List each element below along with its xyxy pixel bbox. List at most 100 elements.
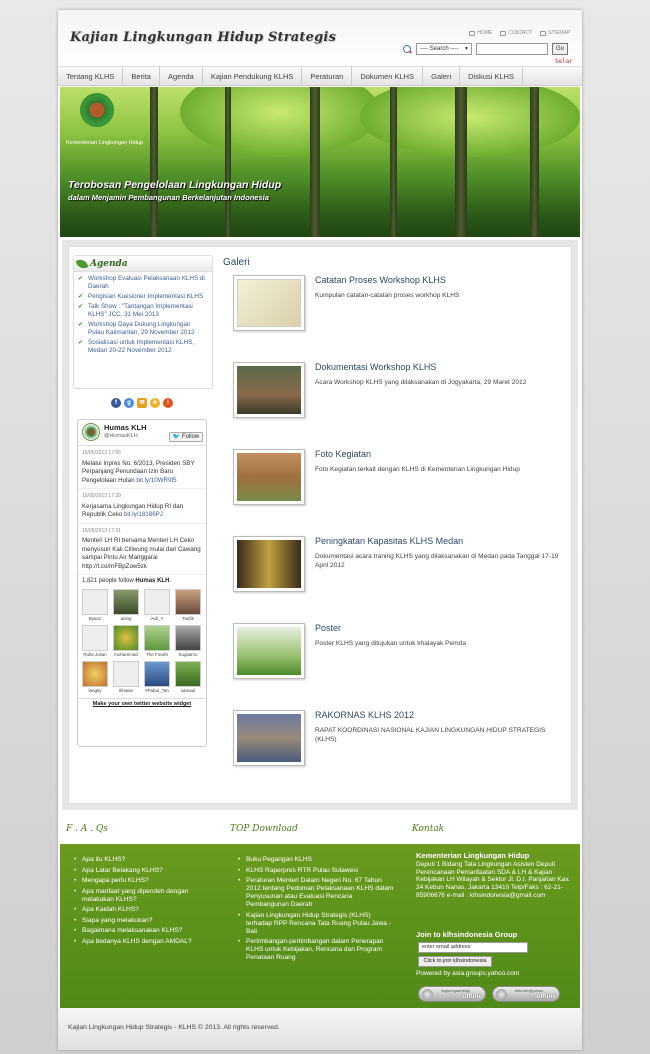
search-category-select[interactable]: ---- Search ---- — [416, 43, 472, 55]
search-input[interactable] — [476, 43, 548, 55]
faq-item[interactable]: Mengapa perlu KLHS? — [72, 877, 222, 885]
nav-galeri[interactable]: Galeri — [423, 67, 461, 85]
nav-agenda[interactable]: Agenda — [160, 67, 203, 85]
follower[interactable]: samaul — [175, 661, 201, 693]
agenda-item[interactable]: Workshop Daya Dukung Lingkungan Pulau Ka… — [78, 321, 208, 337]
facebook-icon[interactable]: f — [111, 398, 121, 408]
faq-item[interactable]: Apa manfaat yang diperoleh dengan melaku… — [72, 888, 222, 904]
join-button[interactable]: Click to join klhsindonesia — [418, 956, 492, 967]
alert-icon[interactable]: ! — [163, 398, 173, 408]
nav-kajian-pendukung[interactable]: Kajian Pendukung KLHS — [203, 67, 303, 85]
agenda-item[interactable]: Workshop Evaluasi Pelaksanaan KLHS di Da… — [78, 275, 208, 291]
gallery-item-title[interactable]: Poster — [315, 623, 341, 633]
agenda-item[interactable]: Pengisian Kuesioner Implementasi KLHS — [78, 293, 208, 301]
selar-link[interactable]: Selar — [555, 58, 573, 65]
nav-tentang-klhs[interactable]: Tentang KLHS — [58, 67, 124, 85]
follow-button[interactable]: 🐦 Follow — [169, 432, 203, 442]
follower[interactable]: The Fourth — [144, 625, 170, 657]
gallery-thumbnail[interactable] — [233, 449, 305, 505]
follower-image: Byanz — [88, 616, 102, 621]
thumbnail-image — [237, 540, 301, 588]
gallery-item-title[interactable]: Foto Kegiatan — [315, 449, 371, 459]
follower[interactable]: Ikhwan — [113, 661, 139, 693]
faq-item[interactable]: Apa Latar Belakang KLHS? — [72, 867, 222, 875]
yahoo-messenger-status[interactable]: klhs.klh@yahoo offline — [492, 986, 560, 1002]
gallery-item-desc: Poster KLHS yang ditujukan untuk khalaya… — [315, 640, 467, 647]
tweet-date[interactable]: 15/05/2013 17:31 — [82, 527, 202, 536]
faq-item[interactable]: Apa bedanya KLHS dengan AMDAL? — [72, 938, 222, 946]
gallery-item-title[interactable]: Catatan Proses Workshop KLHS — [315, 275, 446, 285]
sitemap-link[interactable]: SITEMAP — [540, 30, 570, 36]
follower-image — [175, 625, 201, 651]
search-go-button[interactable]: Go — [552, 43, 568, 55]
gallery-item-title[interactable]: Peningkatan Kapasitas KLHS Medan — [315, 536, 463, 546]
hero-banner: Kementerian Lingkungan Hidup Terobosan P… — [60, 87, 580, 237]
faq-item[interactable]: Apa itu KLHS? — [72, 856, 222, 864]
join-email-input[interactable]: enter email address — [418, 942, 528, 953]
download-item[interactable]: Buku Pegangan KLHS — [236, 856, 396, 864]
yahoo-messenger-status[interactable]: lingkunganhidup offline — [418, 986, 486, 1002]
download-item[interactable]: KLHS Raperpres RTR Pulau Sulawesi — [236, 867, 396, 875]
faq-item[interactable]: Apa Kaidah KLHS? — [72, 906, 222, 914]
download-item[interactable]: Kajian Lingkungan Hidup Strategis (KLHS)… — [236, 912, 396, 936]
agenda-header: Agenda — [74, 256, 212, 272]
thumbnail-image — [237, 279, 301, 327]
thumbnail-image — [237, 627, 301, 675]
email-icon[interactable]: ✉ — [137, 398, 147, 408]
gallery-thumbnail[interactable] — [233, 710, 305, 766]
twitter-widget: Humas KLH @HumasKLH 🐦 Follow 15/05/2013 … — [77, 419, 207, 747]
site-logo[interactable]: Kajian Lingkungan Hidup Strategis — [70, 30, 336, 45]
thumbnail-image — [237, 366, 301, 414]
download-item[interactable]: Pertimbangan-pertimbangan dalam Penerapa… — [236, 938, 396, 962]
top-links: HOME CONTACT SITEMAP — [469, 30, 570, 36]
avatar[interactable] — [82, 423, 100, 441]
gallery-thumbnail[interactable] — [233, 362, 305, 418]
contact-link[interactable]: CONTACT — [500, 30, 532, 36]
nav-diskusi-klhs[interactable]: Diskusi KLHS — [460, 67, 523, 85]
nav-berita[interactable]: Berita — [123, 67, 160, 85]
tweet-date[interactable]: 15/05/2013 17:39 — [82, 492, 202, 501]
content-area: Agenda Workshop Evaluasi Pelaksanaan KLH… — [62, 240, 578, 810]
follower-image: samaul — [180, 688, 196, 693]
twitter-widget-link[interactable]: Make your own twitter website widget — [78, 698, 206, 707]
home-link[interactable]: HOME — [469, 30, 492, 36]
tree-trunk — [225, 87, 231, 237]
follower[interactable]: langky — [82, 661, 108, 693]
content-panel: Agenda Workshop Evaluasi Pelaksanaan KLH… — [68, 246, 572, 804]
follower[interactable]: iAdi_Y — [144, 589, 170, 621]
faq-item[interactable]: Siapa yang melakukan? — [72, 917, 222, 925]
gallery-thumbnail[interactable] — [233, 275, 305, 331]
gallery-item: Peningkatan Kapasitas KLHS Medan Dokumen… — [233, 536, 563, 596]
agenda-item[interactable]: Talk Show : "Tantangan Implementasi KLHS… — [78, 303, 208, 319]
tweet-link[interactable]: bit.ly/18186PJ — [124, 511, 163, 518]
powered-by[interactable]: Powered by asia.groups.yahoo.com — [416, 970, 519, 977]
follower[interactable]: Sugiatmo — [175, 625, 201, 657]
favorite-icon[interactable]: ★ — [150, 398, 160, 408]
tweet-link[interactable]: bit.ly/10WR9f5 — [136, 477, 176, 484]
twitter-name[interactable]: Humas KLH — [104, 423, 147, 432]
kontak-address: Deputi 1 Bidang Tata Lingkungan Asisten … — [416, 860, 570, 899]
gallery-item-desc: Acara Workshop KLHS yang dilaksanakan di… — [315, 379, 527, 386]
follower[interactable]: mohammad — [113, 625, 139, 657]
follower[interactable]: Taufik — [175, 589, 201, 621]
sitemap-icon — [540, 30, 547, 36]
tweet-date[interactable]: 15/05/2013 17:56 — [82, 449, 202, 458]
gallery-item: RAKORNAS KLHS 2012 RAPAT KOORDINASI NASI… — [233, 710, 563, 770]
follower-image — [144, 661, 170, 687]
follower-image — [82, 625, 108, 651]
google-icon[interactable]: g — [124, 398, 134, 408]
gallery-item-title[interactable]: RAKORNAS KLHS 2012 — [315, 710, 414, 720]
download-item[interactable]: Peraturan Menteri Dalam Negeri No. 67 Ta… — [236, 877, 396, 909]
gallery-item-title[interactable]: Dokumentasi Workshop KLHS — [315, 362, 436, 372]
follower-image: iAdi_Y — [150, 616, 164, 621]
follower[interactable]: Rolla Julian — [82, 625, 108, 657]
nav-dokumen-klhs[interactable]: Dokumen KLHS — [352, 67, 424, 85]
agenda-item[interactable]: Sosialisasi untuk Implementasi KLHS, Med… — [78, 339, 208, 355]
gallery-thumbnail[interactable] — [233, 536, 305, 592]
follower[interactable]: aning — [113, 589, 139, 621]
follower[interactable]: #Pabul_Tan — [144, 661, 170, 693]
follower[interactable]: Byanz — [82, 589, 108, 621]
faq-item[interactable]: Bagaimana melaksanakan KLHS? — [72, 927, 222, 935]
nav-peraturan[interactable]: Peraturan — [302, 67, 353, 85]
gallery-thumbnail[interactable] — [233, 623, 305, 679]
